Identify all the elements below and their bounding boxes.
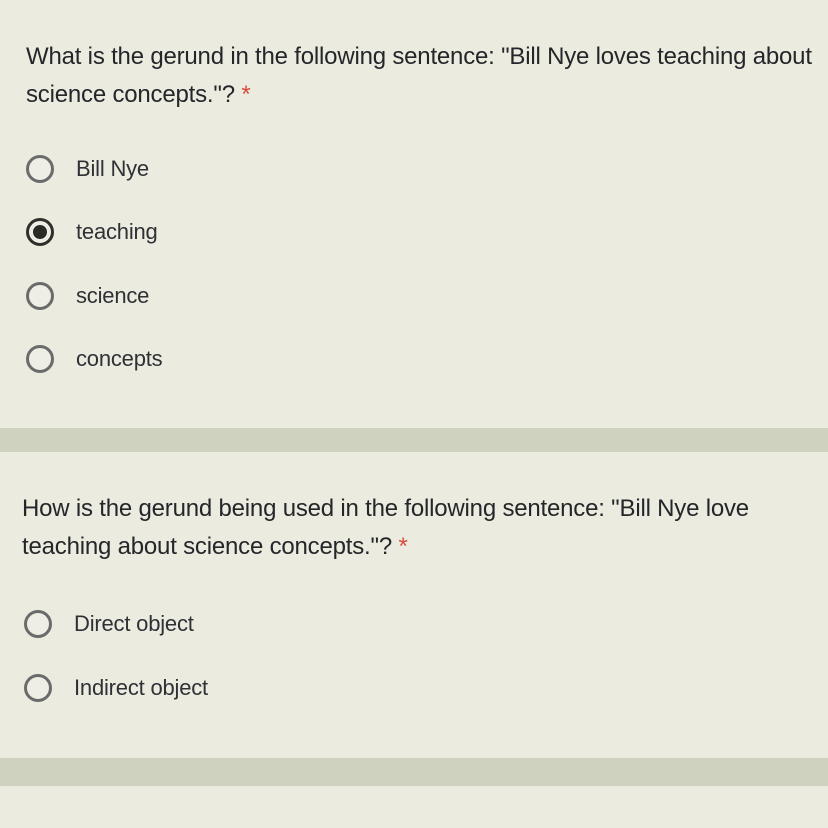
question-card-3 bbox=[0, 786, 828, 828]
radio-option-indirect-object[interactable]: Indirect object bbox=[24, 668, 208, 708]
radio-button[interactable] bbox=[24, 674, 52, 702]
required-asterisk: * bbox=[241, 81, 251, 108]
card-separator bbox=[0, 428, 828, 452]
option-label: Direct object bbox=[74, 611, 194, 636]
radio-button[interactable] bbox=[26, 155, 54, 183]
question-title: How is the gerund being used in the foll… bbox=[22, 495, 749, 560]
radio-button[interactable] bbox=[24, 610, 52, 638]
option-label: teaching bbox=[76, 219, 158, 244]
radio-button-selected[interactable] bbox=[26, 218, 54, 246]
required-asterisk: * bbox=[398, 533, 408, 560]
option-label: Bill Nye bbox=[76, 156, 149, 181]
radio-option-concepts[interactable]: concepts bbox=[26, 339, 163, 379]
question-title: What is the gerund in the following sent… bbox=[26, 38, 826, 114]
radio-button[interactable] bbox=[26, 345, 54, 373]
question-text: What is the gerund in the following sent… bbox=[26, 43, 812, 108]
option-label: science bbox=[76, 283, 150, 308]
radio-option-teaching[interactable]: teaching bbox=[26, 212, 158, 252]
radio-option-bill-nye[interactable]: Bill Nye bbox=[26, 149, 149, 189]
option-label: Indirect object bbox=[74, 675, 208, 700]
card-separator bbox=[0, 758, 828, 786]
option-label: concepts bbox=[76, 346, 163, 371]
radio-button[interactable] bbox=[26, 282, 54, 310]
radio-option-science[interactable]: science bbox=[26, 276, 149, 316]
radio-option-direct-object[interactable]: Direct object bbox=[24, 604, 194, 644]
